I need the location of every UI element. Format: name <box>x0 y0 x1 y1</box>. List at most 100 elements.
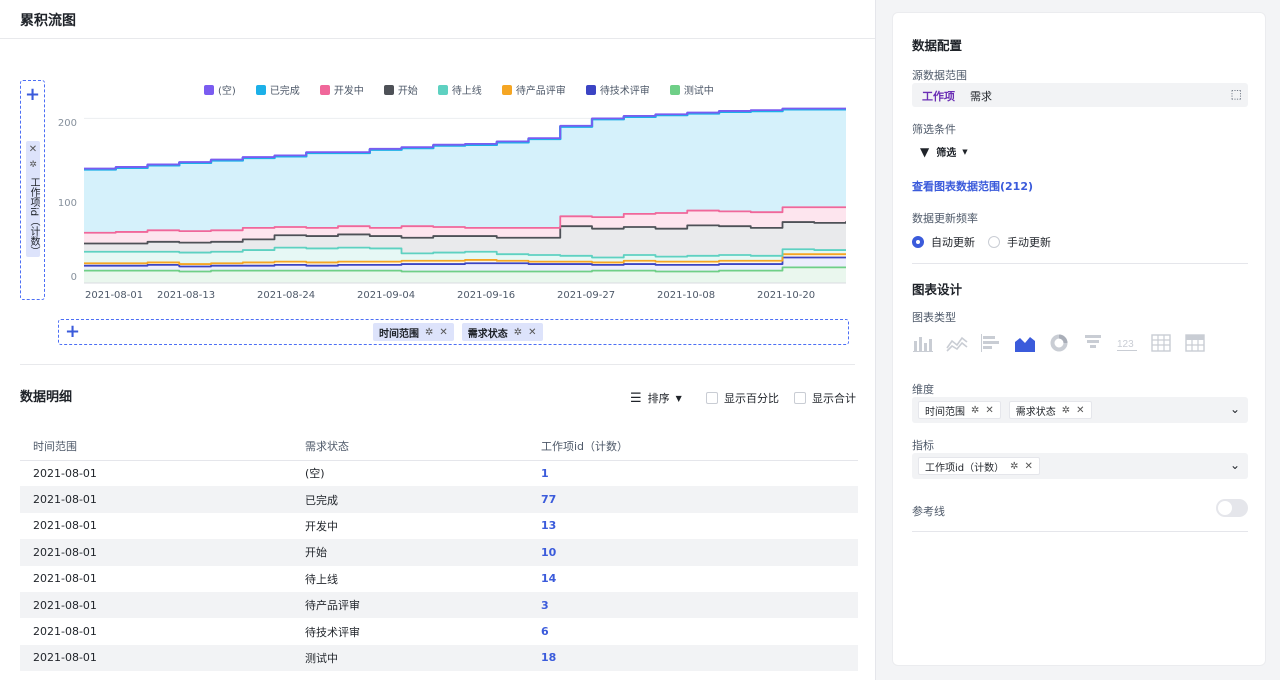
cell-count[interactable]: 3 <box>528 591 858 619</box>
table-row[interactable]: 2021-08-01 待技术评审 6 <box>20 618 858 644</box>
gear-icon[interactable]: ✲ <box>514 327 522 338</box>
legend-item[interactable]: 待产品评审 <box>501 82 566 97</box>
table-row[interactable]: 2021-08-01 待上线 14 <box>20 566 858 592</box>
cell-time: 2021-08-01 <box>33 519 97 533</box>
legend-item[interactable]: 待技术评审 <box>585 82 650 97</box>
table-row[interactable]: 2021-08-01 开发中 13 <box>20 513 858 539</box>
close-icon[interactable]: ✕ <box>439 327 447 338</box>
donut-chart-icon[interactable] <box>1048 333 1070 353</box>
gear-icon[interactable]: ✲ <box>971 405 979 416</box>
close-icon[interactable]: ✕ <box>985 405 993 416</box>
legend-swatch <box>501 84 512 95</box>
dimension-chip-time[interactable]: 时间范围 ✲ ✕ <box>918 401 1001 419</box>
legend-item[interactable]: 测试中 <box>669 82 714 97</box>
line-chart-icon[interactable] <box>946 333 968 353</box>
radio-auto-update[interactable]: 自动更新 <box>912 234 975 250</box>
table-row[interactable]: 2021-08-01 测试中 18 <box>20 644 858 672</box>
filter-label: 筛选条件 <box>912 123 956 136</box>
chevron-down-icon[interactable]: ⌄ <box>1230 458 1240 472</box>
chart-workspace: 累积流图 (空) 已完成 开发中 开始 待上线 待产品评审 待技术评审 测试中 + ✕ ✲ 工… <box>0 0 876 680</box>
filter-icon: ▼ <box>920 144 930 159</box>
number-card-icon[interactable]: 123 <box>1116 333 1138 353</box>
table-row[interactable]: 2021-08-01 开始 10 <box>20 539 858 566</box>
legend-swatch <box>585 84 596 95</box>
table-row[interactable]: 2021-08-01 已完成 77 <box>20 486 858 513</box>
table-row[interactable]: 2021-08-01 (空) 1 <box>20 460 858 486</box>
funnel-chart-icon[interactable] <box>1082 333 1104 353</box>
chevron-down-icon[interactable]: ⌄ <box>1230 402 1240 416</box>
legend-item[interactable]: 已完成 <box>255 82 300 97</box>
cell-count[interactable]: 18 <box>528 644 858 672</box>
show-total-toggle[interactable]: 显示合计 <box>794 390 856 406</box>
select-cursor-icon[interactable]: ⬚ <box>1231 87 1242 101</box>
source-field[interactable]: 工作项 需求 ⬚ <box>912 83 1248 107</box>
cell-count[interactable]: 13 <box>528 513 858 539</box>
cell-count[interactable]: 6 <box>528 618 858 644</box>
sort-label: 排序 <box>647 392 670 405</box>
view-data-range-link[interactable]: 查看图表数据范围(212) <box>912 178 1033 194</box>
y-axis-field-chip[interactable]: ✕ ✲ 工作项id（计数） <box>26 141 40 257</box>
y-axis-drop-zone[interactable]: + ✕ ✲ 工作项id（计数） <box>20 80 45 300</box>
legend-label: 开发中 <box>333 86 364 97</box>
add-x-field-icon[interactable]: + <box>65 323 80 341</box>
dimension-select[interactable]: 时间范围 ✲ ✕ 需求状态 ✲ ✕ ⌄ <box>912 397 1248 423</box>
x-tick: 2021-10-20 <box>757 290 816 301</box>
checkbox[interactable] <box>794 392 806 404</box>
gear-icon[interactable]: ✲ <box>1062 405 1070 416</box>
close-icon[interactable]: ✕ <box>528 327 536 338</box>
remove-field-icon[interactable]: ✕ <box>26 144 40 155</box>
x-axis-drop-zone[interactable]: + 时间范围 ✲ ✕ 需求状态 ✲ ✕ <box>58 319 849 345</box>
metric-select[interactable]: 工作项id（计数） ✲ ✕ ⌄ <box>912 453 1248 479</box>
cell-count[interactable]: 10 <box>528 539 858 566</box>
column-header: 时间范围 <box>20 432 292 461</box>
gear-icon[interactable]: ✲ <box>1010 461 1018 472</box>
legend-swatch <box>437 84 448 95</box>
x-tick: 2021-10-08 <box>657 290 716 301</box>
x-field-chip-status[interactable]: 需求状态 ✲ ✕ <box>461 323 543 341</box>
divider <box>0 38 875 39</box>
checkbox[interactable] <box>706 392 718 404</box>
dimension-chip-status[interactable]: 需求状态 ✲ ✕ <box>1008 401 1092 419</box>
refline-toggle[interactable] <box>1216 499 1248 517</box>
horizontal-bar-icon[interactable] <box>980 333 1002 353</box>
close-icon[interactable]: ✕ <box>1076 405 1084 416</box>
cell-count[interactable]: 1 <box>528 460 858 486</box>
legend-item[interactable]: 待上线 <box>437 82 482 97</box>
add-y-field-icon[interactable]: + <box>21 86 44 104</box>
cell-status: 开发中 <box>305 519 338 533</box>
legend-item[interactable]: (空) <box>204 82 236 97</box>
table-row[interactable]: 2021-08-01 待产品评审 3 <box>20 591 858 619</box>
design-title: 图表设计 <box>912 282 963 297</box>
radio-checked[interactable] <box>912 236 924 248</box>
x-field-chip-time[interactable]: 时间范围 ✲ ✕ <box>373 323 454 341</box>
radio-manual-update[interactable]: 手动更新 <box>988 234 1051 250</box>
legend-label: 待技术评审 <box>599 86 650 97</box>
divider <box>912 263 1248 264</box>
radio-unchecked[interactable] <box>988 236 1000 248</box>
config-title: 数据配置 <box>912 38 963 53</box>
chip-label: 需求状态 <box>467 328 508 340</box>
filter-button[interactable]: ▼ 筛选 ▼ <box>920 144 968 160</box>
bar-chart-icon[interactable] <box>912 333 934 353</box>
cell-count[interactable]: 14 <box>528 566 858 592</box>
cell-status: 已完成 <box>292 486 528 513</box>
show-percent-toggle[interactable]: 显示百分比 <box>706 390 779 406</box>
toggle-knob <box>1218 501 1232 515</box>
legend-item[interactable]: 开始 <box>383 82 418 97</box>
x-tick: 2021-08-01 <box>85 290 144 301</box>
radio-label: 手动更新 <box>1007 236 1051 249</box>
gear-icon[interactable]: ✲ <box>425 327 433 338</box>
area-chart-icon[interactable] <box>1014 333 1036 353</box>
cumulative-flow-chart <box>84 107 846 284</box>
table-icon[interactable] <box>1150 333 1172 353</box>
legend-item[interactable]: 开发中 <box>319 82 364 97</box>
gear-icon[interactable]: ✲ <box>26 160 40 170</box>
radio-label: 自动更新 <box>931 236 975 249</box>
close-icon[interactable]: ✕ <box>1025 461 1033 472</box>
y-tick: 100 <box>57 198 77 209</box>
legend-swatch <box>204 84 214 95</box>
cell-count[interactable]: 77 <box>528 486 858 513</box>
sort-button[interactable]: ☰ 排序 ▼ <box>630 390 682 406</box>
pivot-table-icon[interactable] <box>1184 333 1206 353</box>
metric-chip[interactable]: 工作项id（计数） ✲ ✕ <box>918 457 1040 475</box>
